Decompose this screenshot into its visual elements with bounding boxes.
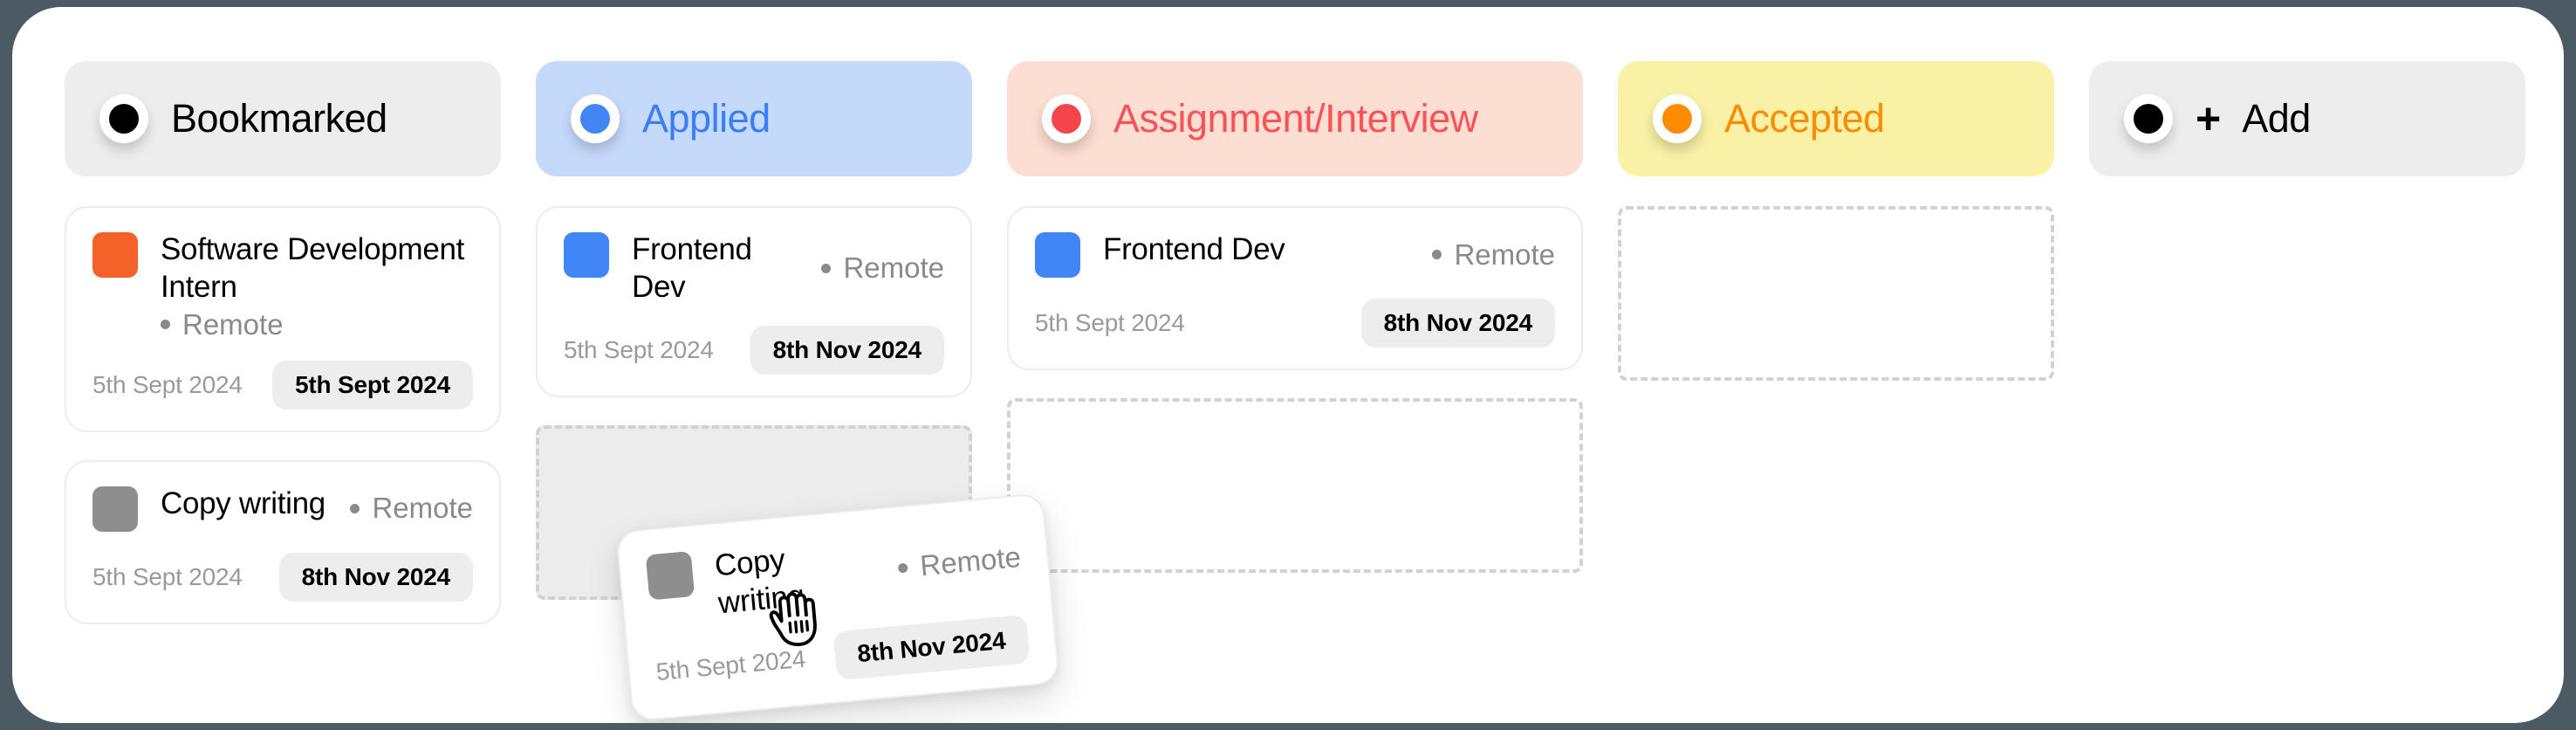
- column-title: Accepted: [1724, 96, 1885, 141]
- job-location-label: Remote: [1454, 238, 1555, 271]
- job-location-label: Remote: [182, 307, 284, 341]
- company-swatch-icon: [564, 232, 609, 278]
- column-header-add[interactable]: + Add: [2089, 61, 2525, 176]
- card-footer-row: 5th Sept 2024 8th Nov 2024: [1035, 299, 1555, 348]
- card-footer-row: 5th Sept 2024 8th Nov 2024: [92, 552, 473, 602]
- column-title: Bookmarked: [171, 96, 387, 141]
- card-header-row: Frontend Dev Remote: [1035, 231, 1555, 278]
- card-date-badge[interactable]: 8th Nov 2024: [1360, 299, 1555, 348]
- card-header-row: Frontend Dev Remote: [564, 231, 944, 306]
- company-swatch-icon: [92, 486, 138, 532]
- card-date-plain: 5th Sept 2024: [654, 644, 807, 685]
- column-title: Applied: [642, 96, 771, 141]
- card-date-badge[interactable]: 5th Sept 2024: [272, 360, 473, 410]
- card-dropzone-assignment-interview[interactable]: [1007, 398, 1583, 573]
- job-location-label: Remote: [372, 492, 473, 525]
- job-title: Copy writing: [161, 486, 325, 520]
- column-header-assignment-interview[interactable]: Assignment/Interview: [1007, 61, 1583, 176]
- card-date-badge[interactable]: 8th Nov 2024: [278, 552, 473, 602]
- column-title: Assignment/Interview: [1113, 96, 1478, 141]
- column-cards-accepted: [1618, 206, 2054, 381]
- status-dot-icon: [2124, 94, 2173, 143]
- job-card[interactable]: Frontend Dev Remote 5th Sept 2024 8th No…: [1007, 206, 1583, 370]
- card-title-line: Frontend Dev Remote: [632, 231, 944, 306]
- job-card[interactable]: Software Development Intern Remote 5th S…: [65, 206, 501, 432]
- job-location: Remote: [350, 492, 473, 525]
- column-header-bookmarked[interactable]: Bookmarked: [65, 61, 501, 176]
- column-cards-bookmarked: Software Development Intern Remote 5th S…: [65, 206, 501, 624]
- kanban-column-applied: Applied Frontend Dev Remote 5th Sept 202…: [536, 61, 972, 600]
- kanban-board-inner: Bookmarked Software Development Intern R…: [12, 7, 2564, 723]
- kanban-column-accepted: Accepted: [1618, 61, 2054, 381]
- card-header-row: Software Development Intern Remote: [92, 231, 473, 341]
- card-date-badge[interactable]: 8th Nov 2024: [750, 325, 944, 375]
- kanban-column-bookmarked: Bookmarked Software Development Intern R…: [65, 61, 501, 624]
- job-card[interactable]: Frontend Dev Remote 5th Sept 2024 8th No…: [536, 206, 972, 397]
- job-location: Remote: [821, 251, 944, 285]
- card-footer-row: 5th Sept 2024 8th Nov 2024: [654, 614, 1031, 697]
- card-footer-row: 5th Sept 2024 5th Sept 2024: [92, 360, 473, 410]
- kanban-board-panel: Bookmarked Software Development Intern R…: [12, 7, 2564, 723]
- card-date-plain: 5th Sept 2024: [1035, 309, 1185, 336]
- card-date-plain: 5th Sept 2024: [564, 335, 714, 363]
- job-location-label: Remote: [843, 251, 944, 285]
- column-title: Add: [2242, 96, 2311, 141]
- job-title: Software Development Intern: [161, 232, 465, 305]
- card-header-row: Copy writing Remote: [92, 485, 473, 532]
- card-footer-row: 5th Sept 2024 8th Nov 2024: [564, 325, 944, 375]
- card-title-line: Software Development Intern Remote: [161, 231, 473, 341]
- bullet-icon: [1432, 250, 1442, 259]
- column-header-accepted[interactable]: Accepted: [1618, 61, 2054, 176]
- job-card[interactable]: Copy writing Remote 5th Sept 2024 8th No…: [65, 459, 501, 624]
- card-title-line: Frontend Dev Remote: [1103, 231, 1555, 272]
- company-swatch-icon: [92, 232, 138, 278]
- status-dot-icon: [1653, 94, 1702, 143]
- job-title: Frontend Dev: [1103, 232, 1285, 266]
- job-title: Frontend Dev: [632, 232, 752, 305]
- bullet-icon: [161, 320, 170, 330]
- column-cards-assignment-interview: Frontend Dev Remote 5th Sept 2024 8th No…: [1007, 206, 1583, 573]
- bullet-icon: [350, 503, 360, 513]
- card-date-plain: 5th Sept 2024: [92, 562, 243, 590]
- column-cards-applied: Frontend Dev Remote 5th Sept 2024 8th No…: [536, 206, 972, 600]
- card-title-line: Copy writing Remote: [161, 485, 473, 526]
- bullet-icon: [821, 263, 832, 273]
- kanban-columns: Bookmarked Software Development Intern R…: [12, 61, 2564, 624]
- status-dot-icon: [1042, 94, 1091, 143]
- company-swatch-icon: [1035, 232, 1080, 278]
- plus-icon: +: [2196, 94, 2222, 143]
- card-dropzone-applied[interactable]: [536, 424, 972, 600]
- kanban-column-add: + Add: [2089, 61, 2525, 176]
- job-location: Remote: [161, 308, 284, 341]
- add-column-button[interactable]: + Add: [2196, 96, 2311, 141]
- card-date-plain: 5th Sept 2024: [92, 370, 243, 398]
- status-dot-icon: [571, 94, 620, 143]
- column-header-applied[interactable]: Applied: [536, 61, 972, 176]
- job-location: Remote: [1432, 238, 1555, 272]
- card-dropzone-accepted[interactable]: [1618, 206, 2054, 381]
- status-dot-icon: [99, 94, 148, 143]
- kanban-column-assignment-interview: Assignment/Interview Frontend Dev Remote: [1007, 61, 1583, 573]
